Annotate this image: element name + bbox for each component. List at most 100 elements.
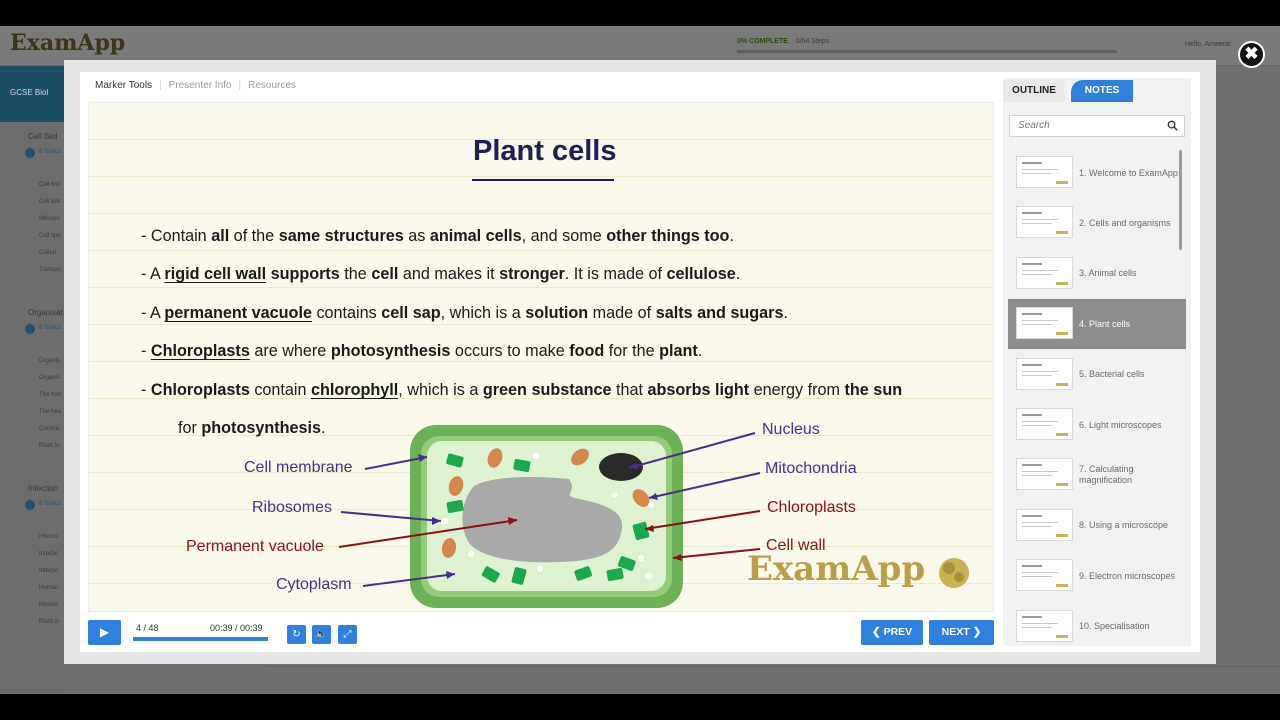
close-icon: ✖ <box>1244 44 1259 63</box>
course-progress-label: 0% COMPLETE 0/54 Steps <box>737 38 830 45</box>
slide-canvas: Plant cells - Contain all of the same st… <box>88 102 994 612</box>
player-tabs: Marker Tools | Presenter Info | Resources <box>95 80 296 91</box>
outline-item[interactable]: 6. Light microscopes <box>1008 400 1186 450</box>
close-modal-button[interactable]: ✖ <box>1238 41 1265 68</box>
slide-thumbnail <box>1016 206 1073 239</box>
slide-thumbnail <box>1016 307 1073 340</box>
examapp-watermark: ExamApp <box>747 549 926 589</box>
tab-marker-tools[interactable]: Marker Tools <box>95 80 152 91</box>
outline-item[interactable]: 10. Specialisation <box>1008 602 1186 643</box>
lesson-player: Marker Tools | Presenter Info | Resources Pl… <box>80 72 1200 652</box>
course-lesson-item[interactable]: Cell biol <box>39 182 60 188</box>
course-lesson-item[interactable]: Organis <box>39 375 60 381</box>
outline-item-label: 1. Welcome to ExamApp <box>1079 167 1178 178</box>
topics-badge-icon <box>25 324 35 334</box>
outline-item-label: 4. Plant cells <box>1079 318 1131 329</box>
plant-cell-diagram <box>338 425 969 608</box>
outline-item[interactable]: 2. Cells and organisms <box>1008 198 1186 248</box>
slide-thumbnail <box>1016 508 1073 541</box>
course-lesson-item[interactable]: Plant di <box>39 619 59 625</box>
slide-counter: 4 / 48 <box>136 623 159 633</box>
outline-item[interactable]: 8. Using a microscope <box>1008 501 1186 551</box>
outline-item[interactable]: 7. Calculating magnification <box>1008 450 1186 500</box>
course-lesson-item[interactable]: Human <box>39 585 58 591</box>
course-title[interactable]: GCSE Biol <box>0 66 64 122</box>
slide-thumbnail <box>1016 458 1073 491</box>
topics-count: 6 Topics <box>39 325 61 331</box>
user-greeting[interactable]: Hello, Ameera! <box>1185 41 1231 48</box>
replay-icon: ↻ <box>292 629 301 640</box>
label-nucleus: Nucleus <box>762 421 820 438</box>
outline-item[interactable]: 9. Electron microscopes <box>1008 551 1186 601</box>
outline-list: 1. Welcome to ExamApp 2. Cells and organi… <box>1008 148 1186 643</box>
label-cell-membrane: Cell membrane <box>244 459 353 476</box>
course-lesson-item[interactable]: Organis <box>39 358 60 364</box>
course-section-title[interactable]: Cell Biol <box>28 132 57 141</box>
tab-resources[interactable]: Resources <box>248 80 296 91</box>
label-chloroplasts: Chloroplasts <box>767 499 856 516</box>
course-lesson-item[interactable]: Microsc <box>39 216 60 222</box>
slide-thumbnail <box>1016 357 1073 390</box>
course-lesson-item[interactable]: Transpo <box>39 267 61 273</box>
outline-item-label: 9. Electron microscopes <box>1079 570 1176 581</box>
prev-button[interactable]: ❮ PREV <box>861 620 923 645</box>
search-placeholder: Search <box>1018 120 1050 131</box>
app-logo[interactable]: ExamApp <box>10 30 125 56</box>
slide-thumbnail <box>1016 156 1073 188</box>
outline-scrollbar[interactable] <box>1179 150 1182 250</box>
volume-icon: 🔈 <box>315 629 328 640</box>
outline-item[interactable]: 4. Plant cells <box>1008 299 1186 350</box>
label-ribosomes: Ribosomes <box>252 499 333 516</box>
topics-badge-icon <box>25 500 35 510</box>
page-footer <box>266 666 1280 694</box>
tab-outline[interactable]: OUTLINE <box>1003 80 1065 102</box>
label-cytoplasm: Cytoplasm <box>276 576 352 593</box>
course-lesson-item[interactable]: Cell spe <box>39 233 61 239</box>
outline-item[interactable]: 5. Bacterial cells <box>1008 350 1186 400</box>
tab-presenter-info[interactable]: Presenter Info <box>169 80 232 91</box>
next-button[interactable]: NEXT ❯ <box>929 620 994 645</box>
course-lesson-item[interactable]: Plant tis <box>39 443 60 449</box>
chevron-left-icon: ❮ <box>871 626 881 638</box>
outline-item-label: 2. Cells and organisms <box>1079 217 1171 228</box>
search-icon[interactable] <box>1167 120 1178 131</box>
course-progress-bar <box>737 50 1117 53</box>
course-lesson-item[interactable]: Infectio <box>39 568 58 574</box>
topics-count: 6 Topics <box>39 149 61 155</box>
playback-time: 00:39 / 00:39 <box>210 623 263 633</box>
outline-item-label: 5. Bacterial cells <box>1079 369 1145 380</box>
tab-notes[interactable]: NOTES <box>1071 80 1133 102</box>
course-lesson-item[interactable]: Infectio <box>39 534 58 540</box>
lesson-modal: Marker Tools | Presenter Info | Resources Pl… <box>64 60 1216 664</box>
outline-item-label: 8. Using a microscope <box>1079 520 1169 531</box>
course-lesson-item[interactable]: Cell biol <box>39 199 60 205</box>
label-mitochondria: Mitochondria <box>765 460 857 477</box>
course-lesson-item[interactable]: Monocl <box>39 602 58 608</box>
slide-thumbnail <box>1016 256 1073 289</box>
brain-logo-icon <box>939 558 969 588</box>
play-icon: ▶ <box>99 625 110 639</box>
fullscreen-button[interactable]: ⤢ <box>338 625 357 644</box>
outline-panel: OUTLINE NOTES Search 1. Welcome to ExamA… <box>1003 78 1191 646</box>
search-input[interactable]: Search <box>1009 115 1185 137</box>
slide-thumbnail <box>1016 559 1073 592</box>
outline-item[interactable]: 1. Welcome to ExamApp <box>1008 148 1186 198</box>
playback-progress-bar[interactable] <box>133 637 268 641</box>
outline-item-label: 10. Specialisation <box>1079 621 1150 632</box>
course-section-title[interactable]: Infection <box>28 484 58 493</box>
label-permanent-vacuole: Permanent vacuole <box>186 538 324 555</box>
topics-badge-icon <box>25 148 35 158</box>
fullscreen-icon: ⤢ <box>343 629 352 640</box>
course-sidebar: GCSE Biol Cell Biol 6 Topics Cell biol Cell… <box>0 66 64 694</box>
outline-item[interactable]: 3. Animal cells <box>1008 249 1186 299</box>
volume-button[interactable]: 🔈 <box>312 625 331 644</box>
course-lesson-item[interactable]: The hea <box>39 409 61 415</box>
play-button[interactable]: ▶ <box>88 620 121 645</box>
course-lesson-item[interactable]: Culturi <box>39 250 56 256</box>
replay-button[interactable]: ↻ <box>287 625 306 644</box>
course-section-title[interactable]: Organisat <box>28 308 63 317</box>
course-lesson-item[interactable]: Corona <box>39 426 59 432</box>
course-lesson-item[interactable]: The hun <box>39 392 61 398</box>
chevron-right-icon: ❯ <box>972 626 982 638</box>
course-lesson-item[interactable]: Infectio <box>39 551 58 557</box>
